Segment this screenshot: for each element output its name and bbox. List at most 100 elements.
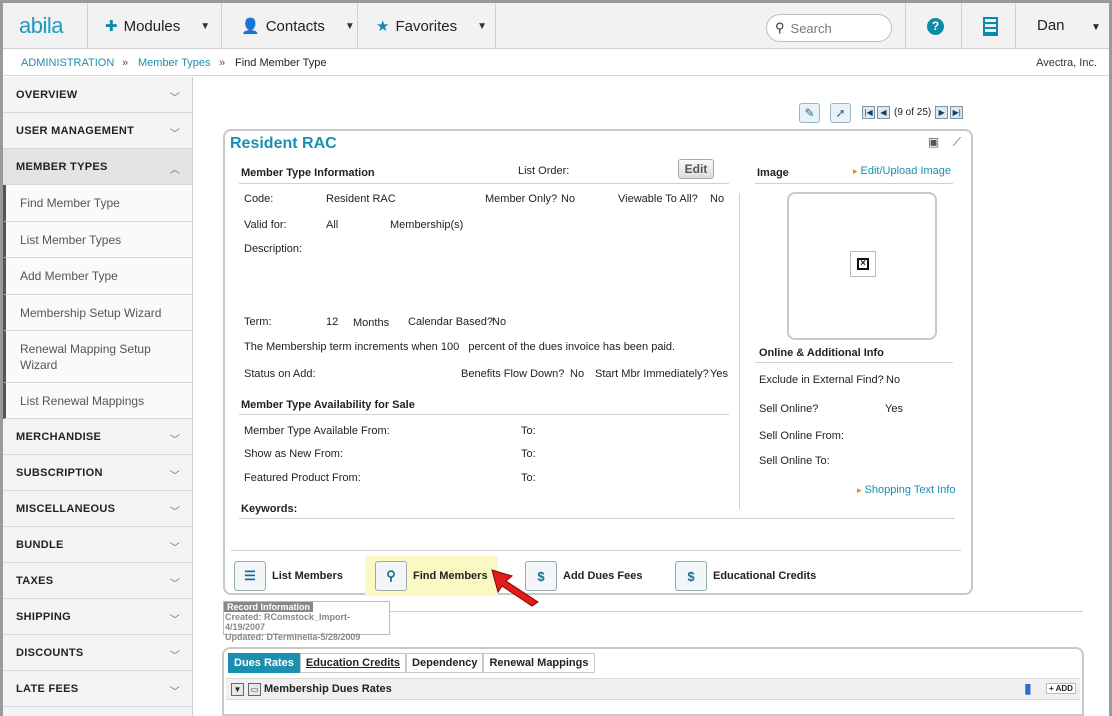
puzzle-icon: ✚ — [105, 18, 118, 35]
cursor-button[interactable]: ➚ — [830, 103, 851, 123]
sidebar-item-merchandise[interactable]: MERCHANDISE ﹀ — [3, 419, 192, 455]
modules-menu[interactable]: ✚ Modules ▼ — [105, 17, 211, 36]
sidebar-subitem-list-renewal-mappings[interactable]: List Renewal Mappings — [3, 383, 192, 419]
bullet-arrow-icon: ▸ — [857, 485, 862, 495]
magic-wand-icon[interactable]: ⟋ — [953, 135, 961, 149]
breadcrumb-member-types[interactable]: Member Types — [138, 57, 211, 69]
dues-rates-title: Membership Dues Rates — [264, 683, 392, 695]
member-type-image: × — [787, 192, 937, 340]
breadcrumb-administration[interactable]: ADMINISTRATION — [21, 57, 114, 69]
id-card-icon[interactable]: ▣ — [928, 135, 939, 149]
divider — [231, 550, 961, 551]
edit-upload-image-link[interactable]: ▸ Edit/Upload Image — [853, 165, 951, 177]
tab-renewal-mappings[interactable]: Renewal Mappings — [483, 653, 595, 673]
sidebar-item-user-management[interactable]: USER MANAGEMENT ﹀ — [3, 113, 192, 149]
breadcrumb: ADMINISTRATION » Member Types » Find Mem… — [3, 50, 1109, 76]
red-pointer-arrow-icon — [491, 569, 539, 607]
term-value: 12 — [326, 316, 339, 328]
abila-logo[interactable]: abila — [19, 13, 63, 39]
favorites-menu[interactable]: ★ Favorites ▼ — [376, 17, 488, 36]
modules-label: Modules — [123, 17, 181, 35]
user-menu[interactable]: Dan — [1037, 17, 1065, 34]
valid-for-label: Valid for: — [244, 219, 287, 231]
shopping-text-info-link[interactable]: ▸ Shopping Text Info — [857, 484, 955, 496]
chevron-down-icon: ﹀ — [169, 129, 180, 140]
benefits-flow-label: Benefits Flow Down? — [461, 368, 565, 380]
chevron-up-icon: ︿ — [169, 165, 180, 176]
edit-pencil-button[interactable]: ✎ — [799, 103, 820, 123]
chevron-down-icon: ﹀ — [169, 687, 180, 698]
tab-dependency[interactable]: Dependency — [406, 653, 484, 673]
caret-down-icon: ▼ — [477, 20, 488, 32]
nav-divider — [961, 3, 962, 49]
sidebar-item-late-fees[interactable]: LATE FEES ﹀ — [3, 671, 192, 707]
caret-down-icon: ▼ — [200, 20, 211, 32]
previous-record-button[interactable]: ◀ — [877, 106, 890, 119]
window-icon[interactable]: ▭ — [248, 683, 261, 696]
column-divider — [739, 193, 740, 509]
sidebar-item-shipping[interactable]: SHIPPING ﹀ — [3, 599, 192, 635]
sidebar-subitem-find-member-type[interactable]: Find Member Type — [3, 185, 192, 222]
list-order-label: List Order: — [518, 165, 570, 177]
sidebar-item-subscription[interactable]: SUBSCRIPTION ﹀ — [3, 455, 192, 491]
first-record-button[interactable]: |◀ — [862, 106, 875, 119]
contacts-label: Contacts — [265, 17, 325, 35]
add-button[interactable]: + ADD — [1046, 683, 1076, 694]
last-record-button[interactable]: ▶| — [950, 106, 964, 119]
chart-icon[interactable]: ▮ — [1024, 680, 1032, 697]
contacts-menu[interactable]: 👤 Contacts ▼ — [241, 17, 355, 36]
person-icon: 👤 — [241, 18, 260, 35]
sidebar-item-discounts[interactable]: DISCOUNTS ﹀ — [3, 635, 192, 671]
tab-education-credits[interactable]: Education Credits — [299, 653, 407, 673]
description-label: Description: — [244, 243, 303, 255]
sell-online-to-label: Sell Online To: — [759, 455, 830, 467]
search-input[interactable]: ⚲ Search — [766, 14, 892, 42]
edit-upload-image-label: Edit/Upload Image — [860, 165, 952, 177]
caret-down-icon[interactable]: ▼ — [1091, 22, 1101, 33]
member-type-card: Resident RAC ▣ ⟋ Member Type Information… — [223, 129, 973, 596]
sidebar-item-overview[interactable]: OVERVIEW ﹀ — [3, 77, 192, 113]
sidebar-item-miscellaneous[interactable]: MISCELLANEOUS ﹀ — [3, 491, 192, 527]
chevron-down-icon: ﹀ — [169, 507, 180, 518]
list-members-button[interactable]: ☰ List Members — [234, 556, 343, 596]
image-header: Image — [757, 167, 789, 179]
term-increment-text: The Membership term increments when 100 … — [244, 341, 676, 353]
chevron-down-icon: ﹀ — [169, 543, 180, 554]
help-icon[interactable]: ? — [927, 18, 944, 35]
viewable-value: No — [710, 193, 725, 205]
sidebar-item-label: MERCHANDISE — [16, 430, 102, 443]
keywords-label: Keywords: — [241, 503, 298, 515]
edit-button[interactable]: Edit — [678, 159, 714, 179]
available-to-label: To: — [521, 425, 536, 437]
sidebar-subitem-add-member-type[interactable]: Add Member Type — [3, 258, 192, 295]
sell-online-label: Sell Online? — [759, 403, 819, 415]
page-title: Resident RAC — [230, 135, 337, 152]
record-info-header: Record Information — [224, 602, 314, 612]
sell-online-from-label: Sell Online From: — [759, 430, 844, 442]
member-only-value: No — [561, 193, 576, 205]
sidebar-subitem-membership-setup-wizard[interactable]: Membership Setup Wizard — [3, 295, 192, 331]
shopping-text-info-label: Shopping Text Info — [864, 484, 956, 496]
find-members-button[interactable]: ⚲ Find Members — [365, 556, 498, 596]
find-members-label: Find Members — [413, 570, 488, 582]
sidebar: OVERVIEW ﹀ USER MANAGEMENT ﹀ MEMBER TYPES ︿… — [3, 77, 193, 716]
nav-divider — [905, 3, 906, 49]
educational-credits-icon: $ — [675, 561, 707, 591]
divider — [239, 518, 955, 519]
sidebar-subitem-list-member-types[interactable]: List Member Types — [3, 222, 192, 258]
sidebar-item-bundle[interactable]: BUNDLE ﹀ — [3, 527, 192, 563]
collapse-icon[interactable]: ▼ — [231, 683, 244, 696]
building-icon[interactable] — [983, 17, 998, 36]
show-as-new-label: Show as New From: — [244, 448, 344, 460]
sidebar-subitem-renewal-mapping-setup-wizard[interactable]: Renewal Mapping Setup Wizard — [3, 331, 192, 383]
list-members-icon: ☰ — [234, 561, 266, 591]
tab-dues-rates[interactable]: Dues Rates — [228, 653, 300, 673]
add-label: ADD — [1055, 684, 1073, 693]
sidebar-item-taxes[interactable]: TAXES ﹀ — [3, 563, 192, 599]
next-record-button[interactable]: ▶ — [935, 106, 949, 119]
member-type-info-header: Member Type Information — [241, 167, 375, 179]
divider — [390, 611, 1083, 612]
add-dues-fees-button[interactable]: $ Add Dues Fees — [525, 556, 642, 596]
sidebar-item-member-types[interactable]: MEMBER TYPES ︿ — [3, 149, 192, 185]
educational-credits-button[interactable]: $ Educational Credits — [675, 556, 816, 596]
